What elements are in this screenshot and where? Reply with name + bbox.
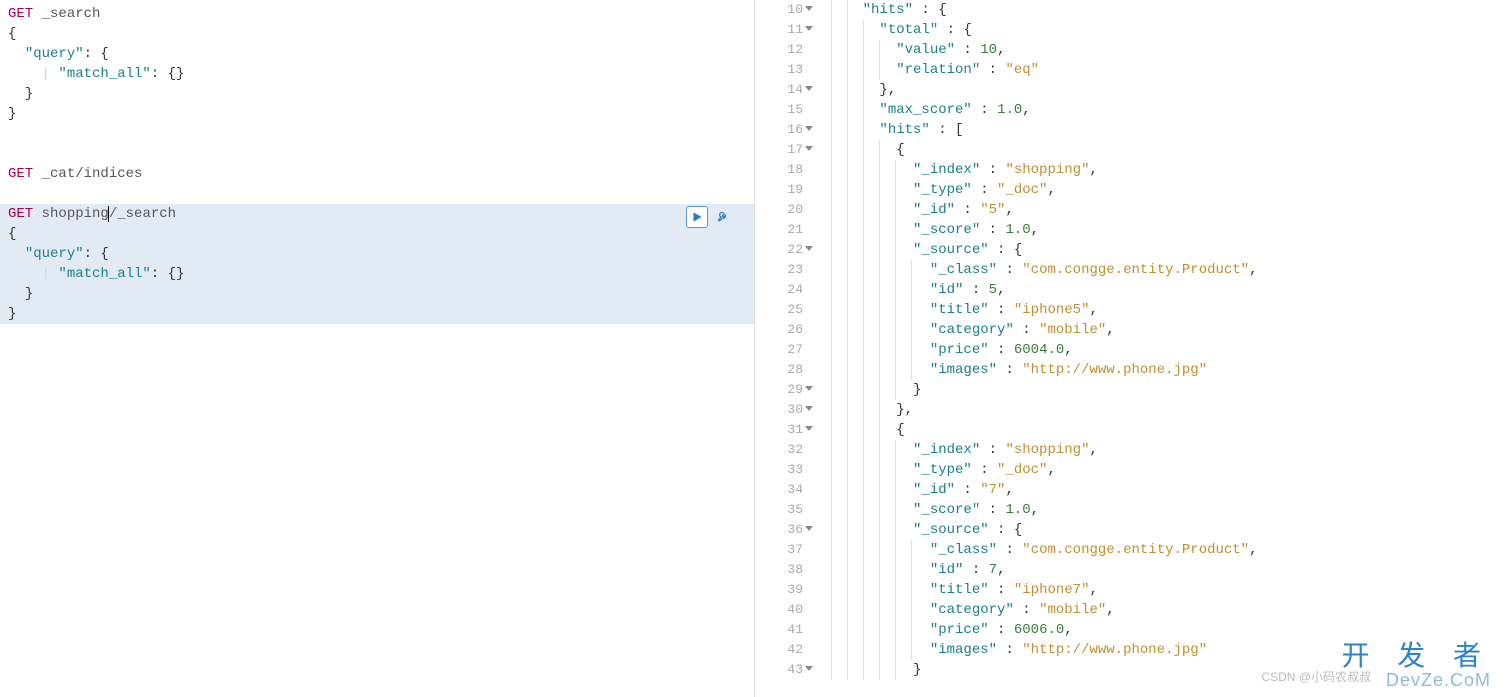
line-number: 39 [755, 580, 803, 600]
line-number: 31 [755, 420, 803, 440]
line-number: 21 [755, 220, 803, 240]
line-number: 16 [755, 120, 803, 140]
response-line[interactable]: "_type" : "_doc", [815, 180, 1509, 200]
line-number: 35 [755, 500, 803, 520]
response-line[interactable]: "images" : "http://www.phone.jpg" [815, 640, 1509, 660]
response-line[interactable]: "title" : "iphone5", [815, 300, 1509, 320]
response-line[interactable]: "price" : 6006.0, [815, 620, 1509, 640]
response-line[interactable]: "_class" : "com.congge.entity.Product", [815, 260, 1509, 280]
response-line[interactable]: "images" : "http://www.phone.jpg" [815, 360, 1509, 380]
response-line[interactable]: { [815, 140, 1509, 160]
response-line[interactable]: "relation" : "eq" [815, 60, 1509, 80]
line-number: 42 [755, 640, 803, 660]
response-line[interactable]: "_source" : { [815, 520, 1509, 540]
response-line[interactable]: "value" : 10, [815, 40, 1509, 60]
line-number: 14 [755, 80, 803, 100]
request-options-button[interactable] [712, 206, 734, 228]
response-line[interactable]: "id" : 7, [815, 560, 1509, 580]
line-number: 23 [755, 260, 803, 280]
line-number: 26 [755, 320, 803, 340]
response-line[interactable]: "_score" : 1.0, [815, 500, 1509, 520]
code-line[interactable]: "query": { [0, 244, 754, 264]
response-line[interactable]: "_score" : 1.0, [815, 220, 1509, 240]
code-line[interactable]: { [0, 224, 754, 244]
line-number: 10 [755, 0, 803, 20]
response-viewer-pane: 1011121314151617181920212223242526272829… [755, 0, 1509, 697]
response-line[interactable]: }, [815, 400, 1509, 420]
line-number: 19 [755, 180, 803, 200]
code-line[interactable]: "query": { [0, 44, 754, 64]
response-line[interactable]: "total" : { [815, 20, 1509, 40]
response-line[interactable]: "_class" : "com.congge.entity.Product", [815, 540, 1509, 560]
code-line[interactable]: GET shopping/_search [0, 204, 754, 224]
line-number: 32 [755, 440, 803, 460]
response-line[interactable]: "max_score" : 1.0, [815, 100, 1509, 120]
line-number: 15 [755, 100, 803, 120]
request-block[interactable]: GET _search{ "query": { | "match_all": {… [0, 4, 754, 124]
request-block[interactable]: GET _cat/indices [0, 164, 754, 184]
code-line[interactable]: } [0, 84, 754, 104]
run-request-button[interactable] [686, 206, 708, 228]
code-line[interactable]: } [0, 304, 754, 324]
line-number: 24 [755, 280, 803, 300]
code-line[interactable]: { [0, 24, 754, 44]
response-line[interactable]: "category" : "mobile", [815, 600, 1509, 620]
line-number: 17 [755, 140, 803, 160]
line-number: 22 [755, 240, 803, 260]
line-number: 29 [755, 380, 803, 400]
code-line[interactable]: | "match_all": {} [0, 264, 754, 284]
request-block[interactable]: GET shopping/_search{ "query": { | "matc… [0, 204, 754, 324]
line-number: 30 [755, 400, 803, 420]
code-line[interactable]: | "match_all": {} [0, 64, 754, 84]
response-line[interactable]: } [815, 660, 1509, 680]
response-line[interactable]: "_source" : { [815, 240, 1509, 260]
line-number: 43 [755, 660, 803, 680]
dev-tools-console: GET _search{ "query": { | "match_all": {… [0, 0, 1509, 697]
response-line[interactable]: "price" : 6004.0, [815, 340, 1509, 360]
response-line[interactable]: "_id" : "7", [815, 480, 1509, 500]
play-icon [690, 210, 704, 224]
request-editor-pane[interactable]: GET _search{ "query": { | "match_all": {… [0, 0, 755, 697]
response-line-gutter: 1011121314151617181920212223242526272829… [755, 0, 815, 697]
line-number: 12 [755, 40, 803, 60]
line-number: 18 [755, 160, 803, 180]
line-number: 25 [755, 300, 803, 320]
response-line[interactable]: "title" : "iphone7", [815, 580, 1509, 600]
line-number: 38 [755, 560, 803, 580]
line-number: 37 [755, 540, 803, 560]
code-line[interactable]: GET _cat/indices [0, 164, 754, 184]
response-line[interactable]: }, [815, 80, 1509, 100]
line-number: 36 [755, 520, 803, 540]
code-line[interactable]: GET _search [0, 4, 754, 24]
code-line[interactable]: } [0, 284, 754, 304]
line-number: 33 [755, 460, 803, 480]
code-line[interactable]: } [0, 104, 754, 124]
response-editor[interactable]: "hits" : { "total" : { "value" : 10, "re… [815, 0, 1509, 697]
response-line[interactable]: "hits" : { [815, 0, 1509, 20]
line-number: 28 [755, 360, 803, 380]
response-line[interactable]: { [815, 420, 1509, 440]
response-line[interactable]: "category" : "mobile", [815, 320, 1509, 340]
line-number: 34 [755, 480, 803, 500]
response-line[interactable]: "_index" : "shopping", [815, 160, 1509, 180]
wrench-icon [716, 210, 730, 224]
line-number: 41 [755, 620, 803, 640]
response-line[interactable]: "id" : 5, [815, 280, 1509, 300]
response-line[interactable]: "_index" : "shopping", [815, 440, 1509, 460]
line-number: 40 [755, 600, 803, 620]
line-number: 13 [755, 60, 803, 80]
request-editor[interactable]: GET _search{ "query": { | "match_all": {… [0, 0, 754, 328]
response-line[interactable]: "_type" : "_doc", [815, 460, 1509, 480]
line-number: 27 [755, 340, 803, 360]
response-line[interactable]: "hits" : [ [815, 120, 1509, 140]
response-line[interactable]: } [815, 380, 1509, 400]
line-number: 11 [755, 20, 803, 40]
response-line[interactable]: "_id" : "5", [815, 200, 1509, 220]
line-number: 20 [755, 200, 803, 220]
